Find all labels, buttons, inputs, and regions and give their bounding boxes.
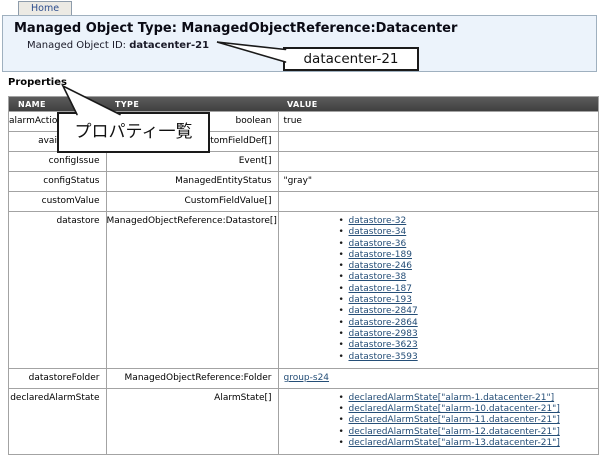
property-type: ManagedObjectReference:Datastore[]	[106, 212, 278, 369]
list-item: declaredAlarmState["alarm-12.datacenter-…	[339, 427, 599, 438]
value-link[interactable]: datastore-189	[349, 250, 412, 260]
list-item: declaredAlarmState["alarm-11.datacenter-…	[339, 415, 599, 426]
annotation-callout-properties: プロパティ一覧	[57, 112, 210, 153]
property-value: datastore-32datastore-34datastore-36data…	[278, 212, 598, 369]
column-header-value: VALUE	[278, 97, 598, 112]
list-item: datastore-246	[339, 261, 599, 272]
property-value: "gray"	[278, 172, 598, 192]
table-header-row: NAME TYPE VALUE	[9, 97, 598, 112]
value-link[interactable]: datastore-3623	[349, 340, 418, 350]
list-item: datastore-2864	[339, 318, 599, 329]
mob-page: { "tab": { "label": "Home" }, "header": …	[0, 0, 600, 439]
page-title: Managed Object Type: ManagedObjectRefere…	[14, 21, 457, 36]
list-item: datastore-32	[339, 216, 599, 227]
value-link[interactable]: datastore-193	[349, 295, 412, 305]
property-value	[278, 152, 598, 172]
property-name: declaredAlarmState	[9, 388, 106, 454]
property-value: declaredAlarmState["alarm-1.datacenter-2…	[278, 388, 598, 454]
value-link[interactable]: group-s24	[284, 373, 330, 383]
table-row: customValueCustomFieldValue[]	[9, 192, 598, 212]
property-name: datastore	[9, 212, 106, 369]
object-id-label: Managed Object ID:	[27, 40, 126, 51]
property-type: Event[]	[106, 152, 278, 172]
list-item: datastore-36	[339, 239, 599, 250]
tab-home[interactable]: Home	[18, 1, 72, 15]
property-value	[278, 192, 598, 212]
property-name: datastoreFolder	[9, 368, 106, 388]
properties-label: Properties	[8, 77, 67, 88]
value-link[interactable]: datastore-187	[349, 284, 412, 294]
table-row: datastoreManagedObjectReference:Datastor…	[9, 212, 598, 369]
list-item: datastore-187	[339, 284, 599, 295]
value-link[interactable]: datastore-2983	[349, 329, 418, 339]
value-link[interactable]: datastore-2847	[349, 306, 418, 316]
property-type: AlarmState[]	[106, 388, 278, 454]
list-item: datastore-3593	[339, 352, 599, 363]
property-value: true	[278, 112, 598, 132]
list-item: datastore-38	[339, 272, 599, 283]
value-link[interactable]: datastore-34	[349, 227, 407, 237]
list-item: datastore-189	[339, 250, 599, 261]
property-type: ManagedObjectReference:Folder	[106, 368, 278, 388]
property-value	[278, 132, 598, 152]
value-link[interactable]: datastore-3593	[349, 352, 418, 362]
property-type: CustomFieldValue[]	[106, 192, 278, 212]
property-name: configStatus	[9, 172, 106, 192]
column-header-name: NAME	[9, 97, 106, 112]
value-link-list: declaredAlarmState["alarm-1.datacenter-2…	[284, 393, 599, 449]
list-item: datastore-193	[339, 295, 599, 306]
annotation-callout-id: datacenter-21	[283, 47, 419, 71]
list-item: datastore-3623	[339, 340, 599, 351]
property-type: ManagedEntityStatus	[106, 172, 278, 192]
value-link[interactable]: declaredAlarmState["alarm-10.datacenter-…	[349, 404, 560, 414]
value-link[interactable]: declaredAlarmState["alarm-11.datacenter-…	[349, 415, 560, 425]
column-header-type: TYPE	[106, 97, 278, 112]
object-id-line: Managed Object ID: datacenter-21	[27, 40, 209, 51]
property-name: configIssue	[9, 152, 106, 172]
value-link[interactable]: declaredAlarmState["alarm-13.datacenter-…	[349, 438, 560, 448]
property-value: group-s24	[278, 368, 598, 388]
list-item: declaredAlarmState["alarm-10.datacenter-…	[339, 404, 599, 415]
property-name: customValue	[9, 192, 106, 212]
list-item: declaredAlarmState["alarm-1.datacenter-2…	[339, 393, 599, 404]
list-item: datastore-34	[339, 227, 599, 238]
title-value: ManagedObjectReference:Datacenter	[181, 21, 457, 36]
value-link[interactable]: datastore-32	[349, 216, 407, 226]
title-label: Managed Object Type:	[14, 21, 177, 36]
properties-table-body: alarmActionsEnabledbooleantrueavailableF…	[9, 112, 598, 455]
list-item: declaredAlarmState["alarm-13.datacenter-…	[339, 438, 599, 449]
table-row: datastoreFolderManagedObjectReference:Fo…	[9, 368, 598, 388]
table-row: declaredAlarmStateAlarmState[] declaredAl…	[9, 388, 598, 454]
list-item: datastore-2847	[339, 306, 599, 317]
table-row: configIssueEvent[]	[9, 152, 598, 172]
list-item: datastore-2983	[339, 329, 599, 340]
table-row: configStatusManagedEntityStatus"gray"	[9, 172, 598, 192]
value-link[interactable]: declaredAlarmState["alarm-1.datacenter-2…	[349, 393, 555, 403]
object-id-value: datacenter-21	[129, 40, 209, 51]
value-link-list: datastore-32datastore-34datastore-36data…	[284, 216, 599, 363]
value-link[interactable]: datastore-246	[349, 261, 412, 271]
value-link[interactable]: datastore-2864	[349, 318, 418, 328]
value-link[interactable]: declaredAlarmState["alarm-12.datacenter-…	[349, 427, 560, 437]
value-link[interactable]: datastore-38	[349, 272, 407, 282]
value-link[interactable]: datastore-36	[349, 239, 407, 249]
